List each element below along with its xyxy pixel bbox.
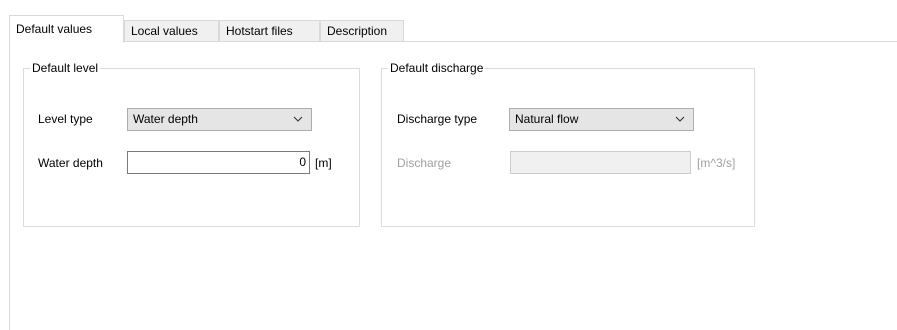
discharge-type-dropdown[interactable]: Natural flow	[509, 108, 694, 131]
level-type-dropdown[interactable]: Water depth	[127, 108, 312, 131]
chevron-down-icon	[293, 116, 303, 122]
group-title: Default discharge	[388, 61, 486, 75]
tab-default-values[interactable]: Default values	[9, 15, 124, 43]
group-title: Default level	[30, 61, 101, 75]
tab-label: Local values	[131, 24, 198, 38]
discharge-label: Discharge	[397, 156, 452, 170]
discharge-type-label: Discharge type	[397, 112, 478, 126]
tab-label: Default values	[16, 22, 93, 36]
tab-label: Description	[327, 24, 388, 38]
tab-description[interactable]: Description	[320, 20, 404, 42]
water-depth-label: Water depth	[38, 156, 103, 170]
default-discharge-group: Default discharge Discharge type Natural…	[381, 61, 755, 227]
tab-label: Hotstart files	[226, 24, 293, 38]
tab-local-values[interactable]: Local values	[124, 20, 219, 42]
level-type-value: Water depth	[133, 112, 198, 126]
discharge-input	[510, 151, 691, 174]
water-depth-input[interactable]: 0	[127, 151, 310, 174]
tab-hotstart-files[interactable]: Hotstart files	[219, 20, 320, 42]
chevron-down-icon	[675, 116, 685, 122]
discharge-type-value: Natural flow	[515, 112, 579, 126]
level-type-label: Level type	[38, 112, 93, 126]
default-level-group: Default level Level type Water depth Wat…	[23, 61, 360, 227]
tab-strip: Default values Local values Hotstart fil…	[9, 15, 897, 43]
discharge-unit: [m^3/s]	[697, 156, 736, 170]
tab-content-panel: Default level Level type Water depth Wat…	[9, 41, 897, 330]
water-depth-unit: [m]	[315, 156, 332, 170]
